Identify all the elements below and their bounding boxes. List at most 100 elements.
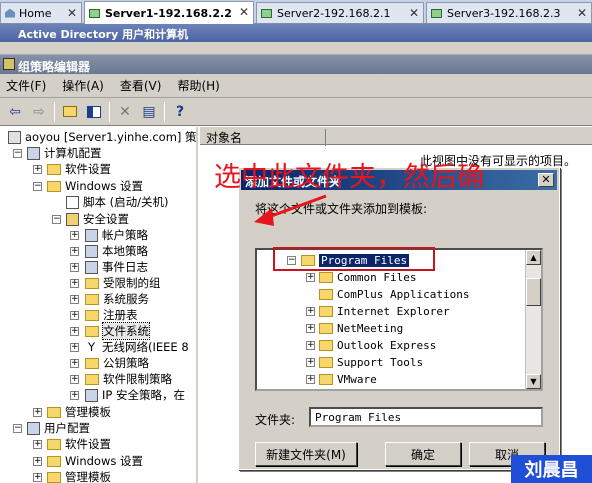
- tab-label: Home: [19, 6, 52, 20]
- tree-admin-templates[interactable]: 管理模板: [47, 404, 111, 420]
- list-item[interactable]: Internet Explorer: [319, 303, 450, 319]
- folder-icon: [319, 271, 333, 283]
- vertical-scrollbar[interactable]: ▲ ▼: [525, 250, 541, 389]
- tree-user-windows-settings[interactable]: Windows 设置: [47, 453, 143, 469]
- tab-server3[interactable]: Server3-192.168.2.3 ✕: [426, 2, 592, 23]
- tree-windows-settings[interactable]: Windows 设置: [47, 178, 143, 194]
- tab-server2[interactable]: Server2-192.168.2.1 ✕: [256, 2, 424, 23]
- scroll-up-icon[interactable]: ▲: [526, 250, 541, 265]
- ok-button[interactable]: 确定: [385, 442, 461, 466]
- menu-action[interactable]: 操作(A): [62, 77, 104, 94]
- expand-icon[interactable]: +: [306, 307, 315, 316]
- tree-file-system[interactable]: 文件系统: [85, 322, 150, 340]
- antenna-icon: Y: [87, 339, 96, 354]
- collapse-icon[interactable]: −: [52, 215, 61, 224]
- scroll-down-icon[interactable]: ▼: [526, 374, 541, 389]
- toolbar-separator: [54, 101, 55, 122]
- export-icon[interactable]: ▤: [140, 103, 158, 121]
- expand-icon[interactable]: +: [306, 375, 315, 384]
- tree-wireless[interactable]: Y 无线网络(IEEE 8: [85, 339, 189, 355]
- tree-user-software-settings[interactable]: 软件设置: [47, 436, 111, 452]
- show-hide-tree-icon[interactable]: [85, 103, 103, 121]
- tab-close-icon[interactable]: ✕: [409, 6, 419, 20]
- tab-home[interactable]: Home ✕: [0, 2, 82, 23]
- expand-icon[interactable]: +: [70, 311, 79, 320]
- tree-restricted-groups[interactable]: 受限制的组: [85, 275, 161, 291]
- column-object-name[interactable]: 对象名: [206, 129, 326, 146]
- expand-icon[interactable]: +: [70, 231, 79, 240]
- tree-root[interactable]: aoyou [Server1.yinhe.com] 策: [8, 129, 196, 145]
- script-icon: [66, 195, 79, 209]
- expand-icon[interactable]: +: [33, 473, 42, 482]
- expand-icon[interactable]: +: [306, 341, 315, 350]
- tree-system-services[interactable]: 系统服务: [85, 291, 149, 307]
- tab-server1[interactable]: Server1-192.168.2.2 ✕: [84, 1, 254, 24]
- folder-input[interactable]: Program Files: [309, 407, 543, 427]
- folder-icon: [85, 293, 99, 305]
- list-item[interactable]: Common Files: [319, 269, 416, 285]
- menu-help[interactable]: 帮助(H): [177, 77, 219, 94]
- forward-icon[interactable]: ⇨: [30, 103, 48, 121]
- help-icon[interactable]: ?: [171, 103, 189, 121]
- close-icon[interactable]: ✕: [538, 173, 554, 187]
- tree-user-config[interactable]: 用户配置: [27, 420, 90, 436]
- collapse-icon[interactable]: −: [33, 182, 42, 191]
- tab-close-icon[interactable]: ✕: [67, 6, 77, 20]
- list-item[interactable]: VMware: [319, 371, 377, 387]
- tab-close-icon[interactable]: ✕: [577, 6, 587, 20]
- tree-event-log[interactable]: 事件日志: [85, 259, 148, 275]
- expand-icon[interactable]: +: [70, 263, 79, 272]
- expand-icon[interactable]: +: [70, 375, 79, 384]
- tree-software-settings[interactable]: 软件设置: [47, 161, 111, 177]
- tree-scripts[interactable]: 脚本 (启动/关机): [66, 194, 169, 210]
- tree-user-admin-templates[interactable]: 管理模板: [47, 469, 111, 483]
- tree-ip-security[interactable]: IP 安全策略，在: [85, 387, 185, 403]
- tree-software-restriction[interactable]: 软件限制策略: [85, 371, 172, 387]
- list-item[interactable]: ComPlus Applications: [319, 286, 469, 302]
- list-item[interactable]: NetMeeting: [319, 320, 403, 336]
- scrollbar-thumb[interactable]: [526, 278, 541, 306]
- expand-icon[interactable]: +: [33, 408, 42, 417]
- folder-icon: [85, 357, 99, 369]
- expand-icon[interactable]: +: [70, 279, 79, 288]
- expand-icon[interactable]: +: [306, 324, 315, 333]
- tree-security-settings[interactable]: 安全设置: [66, 211, 129, 227]
- author-watermark: 刘晨昌: [511, 455, 592, 483]
- collapse-icon[interactable]: −: [13, 424, 22, 433]
- gp-window-titlebar[interactable]: 组策略编辑器: [0, 54, 592, 74]
- expand-icon[interactable]: +: [70, 327, 79, 336]
- ad-window-menubar: [0, 42, 592, 54]
- tree-local-policy[interactable]: 本地策略: [85, 243, 148, 259]
- expand-icon[interactable]: +: [33, 165, 42, 174]
- expand-icon[interactable]: +: [33, 440, 42, 449]
- folder-icon: [47, 471, 61, 483]
- expand-icon[interactable]: +: [70, 247, 79, 256]
- expand-icon[interactable]: +: [306, 358, 315, 367]
- tree-public-key[interactable]: 公钥策略: [85, 355, 149, 371]
- tree-registry[interactable]: 注册表: [85, 307, 138, 323]
- tree-pane[interactable]: aoyou [Server1.yinhe.com] 策 − 计算机配置 + 软件…: [0, 127, 198, 483]
- new-folder-button[interactable]: 新建文件夹(M): [255, 442, 357, 466]
- back-icon[interactable]: ⇦: [6, 103, 24, 121]
- toolbar-separator: [164, 101, 165, 122]
- collapse-icon[interactable]: −: [13, 149, 22, 158]
- menu-file[interactable]: 文件(F): [6, 77, 46, 94]
- folder-icon: [319, 305, 333, 317]
- expand-icon[interactable]: +: [70, 391, 79, 400]
- delete-icon[interactable]: ✕: [116, 103, 134, 121]
- list-item[interactable]: Support Tools: [319, 354, 423, 370]
- list-item[interactable]: Outlook Express: [319, 337, 436, 353]
- up-folder-icon[interactable]: [61, 103, 79, 121]
- vm-icon: [89, 8, 100, 18]
- expand-icon[interactable]: +: [306, 273, 315, 282]
- menu-view[interactable]: 查看(V): [120, 77, 162, 94]
- tab-close-icon[interactable]: ✕: [239, 5, 249, 19]
- expand-icon[interactable]: +: [70, 295, 79, 304]
- folder-label: 文件夹:: [255, 413, 296, 427]
- folder-icon: [47, 163, 61, 175]
- expand-icon[interactable]: +: [33, 457, 42, 466]
- expand-icon[interactable]: +: [70, 359, 79, 368]
- tree-computer-config[interactable]: 计算机配置: [27, 145, 102, 161]
- tree-account-policy[interactable]: 帐户策略: [85, 227, 148, 243]
- expand-icon[interactable]: +: [70, 343, 79, 352]
